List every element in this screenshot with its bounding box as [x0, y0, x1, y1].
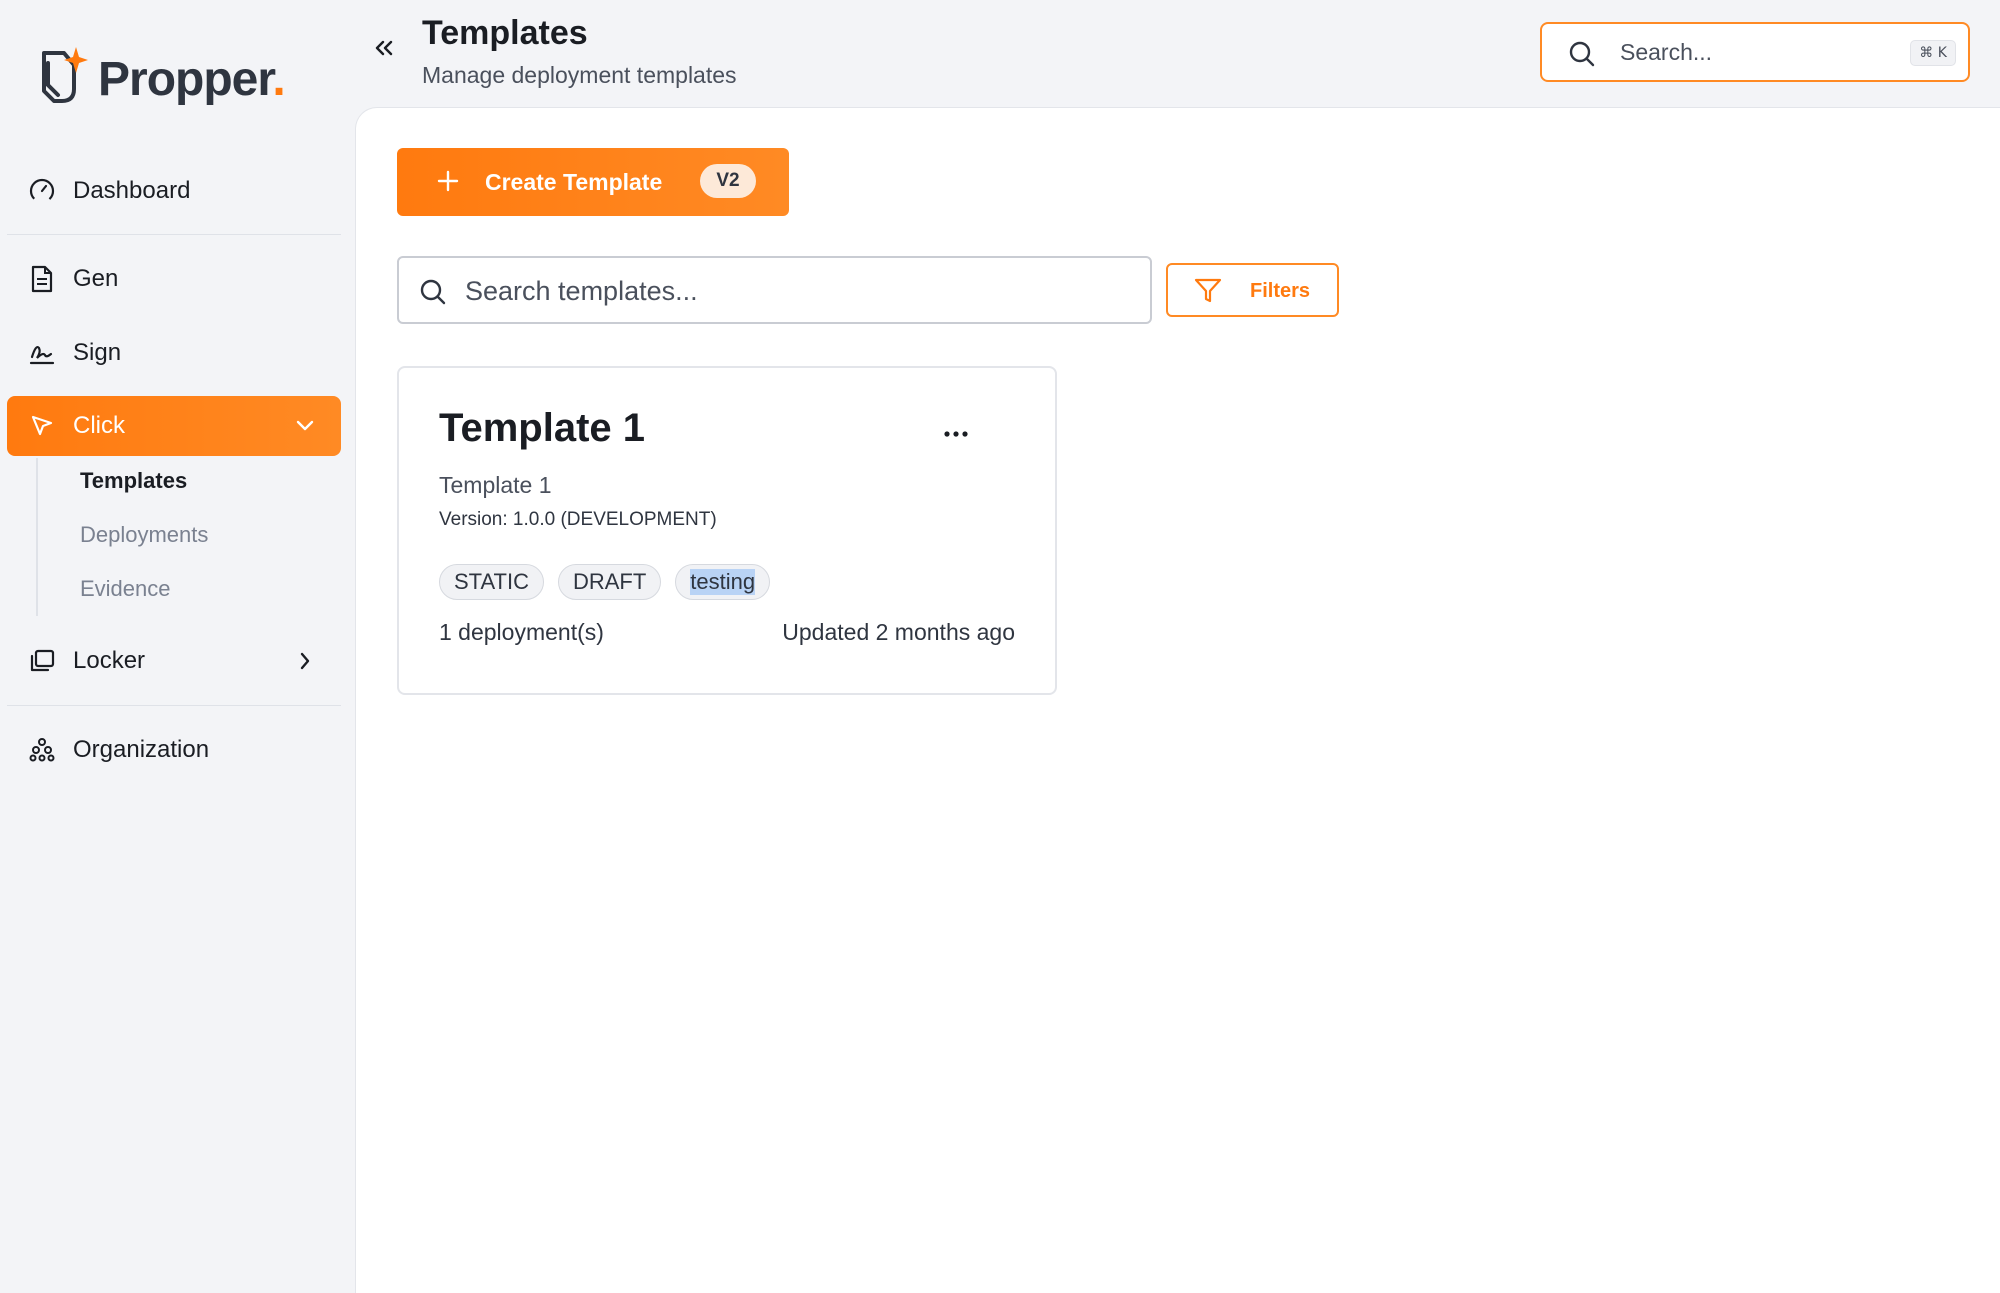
filters-label: Filters [1250, 280, 1311, 302]
click-subnav: Templates Deployments Evidence [36, 458, 336, 616]
page-subtitle: Manage deployment templates [422, 62, 737, 88]
filters-button[interactable]: Filters [1166, 263, 1339, 317]
tag-testing: testing [675, 564, 771, 600]
template-tags: STATIC DRAFT testing [439, 564, 771, 600]
sidebar-item-organization[interactable]: Organization [7, 720, 341, 780]
sidebar-item-click[interactable]: Click [7, 396, 341, 456]
sidebar-divider [7, 705, 341, 706]
chevron-down-icon[interactable] [291, 412, 319, 440]
sidebar-item-label: Sign [73, 339, 122, 366]
cursor-icon [27, 411, 57, 441]
folders-icon [27, 646, 57, 676]
template-card-version: Version: 1.0.0 (DEVELOPMENT) [439, 509, 717, 530]
page-title: Templates [422, 14, 588, 52]
tag-draft: DRAFT [557, 564, 662, 600]
search-icon [1568, 40, 1596, 73]
template-card[interactable]: Template 1 Template 1 Version: 1.0.0 (DE… [397, 366, 1057, 695]
sidebar-item-sign[interactable]: Sign [7, 323, 341, 383]
sidebar-item-label: Gen [73, 265, 119, 292]
sidebar-item-label: Dashboard [73, 177, 191, 204]
template-search[interactable] [397, 256, 1152, 324]
more-options-button[interactable] [939, 424, 973, 444]
org-chart-icon [27, 735, 57, 765]
signature-icon [27, 338, 57, 368]
document-icon [27, 264, 57, 294]
version-badge: V2 [700, 164, 756, 198]
subnav-item-deployments[interactable]: Deployments [80, 522, 208, 548]
tag-testing-label: testing [690, 569, 756, 595]
subnav-item-evidence[interactable]: Evidence [80, 576, 171, 602]
gauge-icon [27, 176, 57, 206]
create-template-button[interactable]: Create Template V2 [397, 148, 789, 216]
template-card-title: Template 1 [439, 406, 645, 450]
collapse-sidebar-button[interactable] [368, 34, 400, 66]
sidebar-divider [7, 234, 341, 235]
ellipsis-icon [943, 425, 969, 443]
global-search[interactable]: ⌘ K [1540, 22, 1970, 82]
sidebar-item-label: Locker [73, 647, 146, 674]
shortcut-hint: ⌘ K [1910, 40, 1956, 66]
sidebar-item-dashboard[interactable]: Dashboard [7, 161, 341, 221]
sidebar-item-gen[interactable]: Gen [7, 249, 341, 309]
sidebar-item-label: Click [73, 412, 125, 439]
chevron-right-icon[interactable] [291, 647, 319, 675]
sidebar-item-label: Organization [73, 736, 210, 763]
sidebar-item-locker[interactable]: Locker [7, 631, 341, 691]
search-icon [419, 278, 447, 311]
deployment-count: 1 deployment(s) [439, 619, 604, 645]
updated-timestamp: Updated 2 months ago [782, 619, 1015, 645]
propper-logo-icon [34, 45, 88, 114]
template-search-input[interactable] [465, 272, 1125, 310]
global-search-input[interactable] [1620, 34, 1880, 70]
filter-icon [1194, 278, 1222, 310]
brand-name: Propper. [98, 52, 286, 106]
sidebar: Propper. Dashboard Gen Sign Click Templa… [0, 0, 355, 1293]
brand-logo[interactable]: Propper. [34, 45, 286, 114]
template-card-name: Template 1 [439, 472, 552, 498]
subnav-item-templates[interactable]: Templates [80, 468, 187, 494]
main-panel: Create Template V2 Filters Template 1 Te… [355, 107, 2000, 1293]
plus-icon [433, 166, 463, 196]
create-template-label: Create Template [485, 169, 663, 195]
tag-static: STATIC [439, 564, 544, 600]
double-chevron-left-icon [373, 39, 395, 62]
